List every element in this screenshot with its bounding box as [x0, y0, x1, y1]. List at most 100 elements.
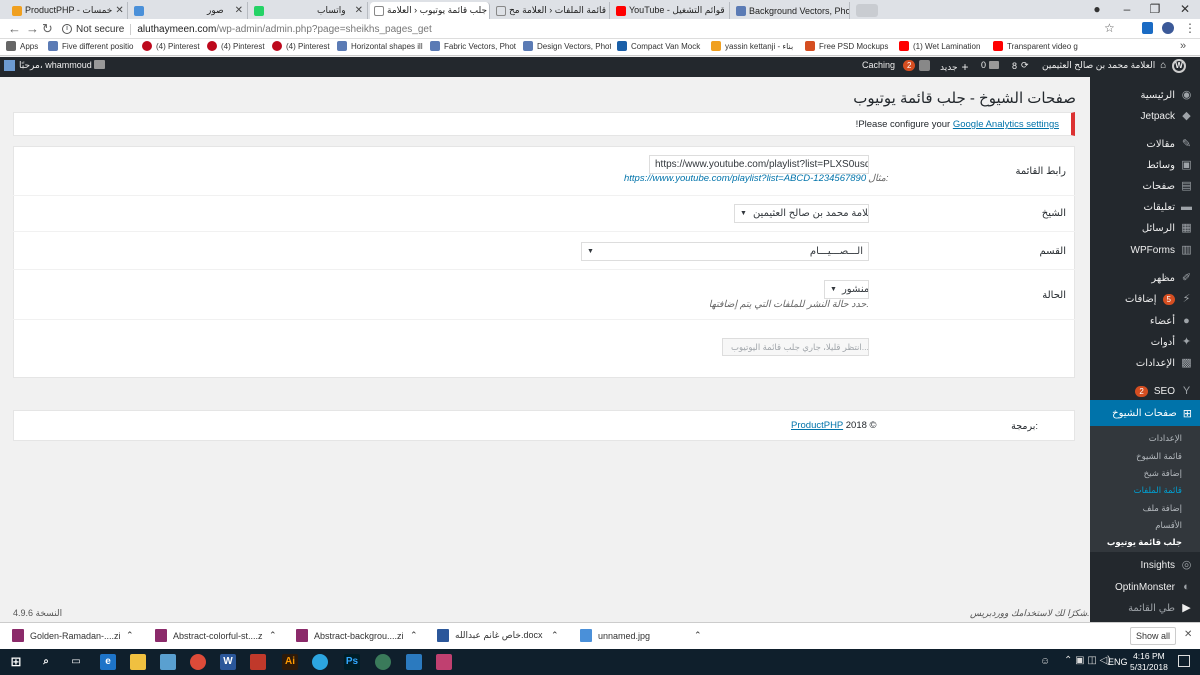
store-icon[interactable] — [160, 654, 176, 670]
fetch-progress-button[interactable]: انتظر قليلا، جاري جلب قائمة اليوتيوب... — [722, 338, 869, 356]
bookmark-item[interactable]: Horizontal shapes ill — [337, 41, 425, 51]
analytics-settings-link[interactable]: Google Analytics settings — [953, 119, 1059, 130]
productphp-link[interactable]: ProductPHP — [791, 420, 843, 431]
close-icon[interactable]: ✕ — [725, 5, 729, 16]
bookmark-item[interactable]: Free PSD Mockups — [805, 41, 893, 51]
app-icon[interactable] — [436, 654, 452, 670]
download-item[interactable]: Abstract-backgrou....zip ⌃ — [296, 629, 418, 642]
new-content-menu[interactable]: جديد + — [940, 60, 969, 74]
bookmark-item[interactable]: (4) Pinterest — [207, 41, 267, 51]
extension-icon[interactable] — [1162, 22, 1174, 34]
bookmark-item[interactable]: Transparent video g — [993, 41, 1081, 51]
menu-settings[interactable]: الإعدادات ▩ — [1136, 358, 1192, 370]
minimize-button[interactable]: – — [1112, 0, 1142, 18]
bookmark-star-icon[interactable]: ☆ — [1104, 21, 1115, 35]
submenu-settings[interactable]: الإعدادات — [1149, 433, 1182, 444]
menu-pages[interactable]: صفحات ▤ — [1143, 181, 1192, 193]
user-account[interactable]: مرحبًا، whammoud — [4, 60, 92, 71]
chevron-up-icon[interactable]: ⌃ — [126, 630, 134, 641]
download-item[interactable]: خاص غانم عبدالله.docx ⌃ — [437, 629, 559, 642]
close-icon[interactable]: ✕ — [1184, 629, 1192, 640]
bookmark-item[interactable]: Design Vectors, Phot — [523, 41, 611, 51]
chevron-up-icon[interactable]: ⌃ — [694, 630, 702, 641]
menu-jetpack[interactable]: Jetpack ◆ — [1141, 111, 1192, 123]
tab-background-vectors[interactable]: Background Vectors, Pho✕ — [732, 2, 850, 19]
app-icon[interactable] — [375, 654, 391, 670]
chrome-icon[interactable] — [190, 654, 206, 670]
download-item[interactable]: unnamed.jpg ⌃ — [580, 629, 702, 642]
status-select[interactable]: ▼ منشور — [824, 280, 869, 299]
language-indicator[interactable]: ENG — [1108, 657, 1128, 667]
download-item[interactable]: Golden-Ramadan-....zip ⌃ — [12, 629, 134, 642]
reload-icon[interactable]: ↻ — [42, 21, 53, 37]
tab-youtube-fetch[interactable]: جلب قائمة يوتيوب ‹ العلامة✕ — [370, 2, 490, 19]
menu-users[interactable]: أعضاء ● — [1150, 316, 1192, 328]
back-arrow-icon[interactable]: ← — [8, 21, 21, 36]
tab-images[interactable]: صور ✕ — [130, 2, 248, 19]
caching-menu[interactable]: Caching — [862, 60, 895, 70]
tab-productphp[interactable]: ProductPHP - خمسات ✕ — [8, 2, 128, 19]
menu-media[interactable]: وسائط ▣ — [1146, 160, 1192, 172]
clock[interactable]: 4:16 PM 5/31/2018 — [1130, 651, 1168, 673]
profile-icon[interactable]: ● — [1082, 0, 1112, 18]
menu-messages[interactable]: الرسائل ▦ — [1142, 223, 1192, 235]
bookmark-item[interactable]: yassin kettanji - بناء — [711, 41, 799, 51]
windows-start-icon[interactable]: ⊞ — [8, 654, 24, 670]
submenu-add-sheikh[interactable]: إضافة شيخ — [1144, 468, 1182, 479]
photoshop-icon[interactable]: Ps — [344, 654, 360, 670]
bookmark-item[interactable]: (1) Wet Lamination — [899, 41, 987, 51]
file-explorer-icon[interactable] — [130, 654, 146, 670]
sheikh-select[interactable]: ▼ العلامة محمد بن صالح العثيمين — [734, 204, 869, 223]
close-icon[interactable]: ✕ — [606, 5, 609, 16]
search-icon[interactable]: ⌕ — [38, 654, 54, 670]
maximize-button[interactable]: ❐ — [1140, 0, 1170, 18]
window-close-button[interactable]: ✕ — [1170, 0, 1200, 18]
submenu-add-file[interactable]: إضافة ملف — [1143, 503, 1182, 514]
bookmark-item[interactable]: Compact Van Mock — [617, 41, 705, 51]
word-icon[interactable]: W — [220, 654, 236, 670]
menu-kebab-icon[interactable]: ⋮ — [1184, 21, 1196, 35]
bookmark-item[interactable]: (4) Pinterest — [272, 41, 332, 51]
submenu-files-list[interactable]: قائمة الملفات — [1134, 485, 1182, 496]
collapse-menu[interactable]: طي القائمة ▶ — [1128, 603, 1192, 615]
comment-bubble-icon[interactable] — [94, 60, 105, 69]
chevron-up-icon[interactable]: ⌃ — [410, 630, 418, 641]
forward-arrow-icon[interactable]: → — [26, 21, 39, 36]
menu-posts[interactable]: مقالات ✎ — [1146, 139, 1192, 151]
people-icon[interactable]: ☺ — [1040, 656, 1050, 667]
submenu-youtube-fetch[interactable]: جلب قائمة يوتيوب — [1107, 537, 1182, 548]
more-bookmarks-icon[interactable]: » — [1180, 40, 1186, 52]
updates-count[interactable]: 8 ⟳ — [1012, 60, 1029, 71]
menu-comments[interactable]: تعليقات ▬ — [1144, 202, 1192, 214]
bookmark-item[interactable]: Five different positio — [48, 41, 136, 51]
notifications-icon[interactable] — [1178, 655, 1190, 667]
shield-extension-icon[interactable] — [1142, 22, 1153, 34]
new-tab-button[interactable] — [856, 4, 878, 17]
download-item[interactable]: Abstract-colorful-st....z... ⌃ — [155, 629, 277, 642]
close-icon[interactable]: ✕ — [487, 5, 489, 16]
acrobat-icon[interactable] — [250, 654, 266, 670]
bookmark-item[interactable]: Fabric Vectors, Phot — [430, 41, 518, 51]
menu-sheikhs-pages[interactable]: صفحات الشيوخ ⊞ — [1084, 400, 1200, 426]
menu-plugins[interactable]: إضافات 5 ⚡ — [1125, 294, 1192, 305]
playlist-url-input[interactable]: https://www.youtube.com/playlist?list=PL… — [649, 155, 869, 174]
bookmark-item[interactable]: (4) Pinterest — [142, 41, 202, 51]
menu-appearance[interactable]: مظهر ✐ — [1151, 273, 1192, 285]
url-field[interactable]: i Not secure aluthaymeen.com /wp-admin/a… — [60, 21, 1118, 37]
wordpress-logo-icon[interactable]: W — [1172, 59, 1186, 73]
wp-thanks-link[interactable]: شكرًا لك لاستخدامك ووردبريس. — [970, 608, 1090, 619]
menu-tools[interactable]: أدوات ✦ — [1151, 337, 1192, 349]
close-icon[interactable]: ✕ — [232, 5, 243, 16]
site-name-link[interactable]: العلامة محمد بن صالح العثيمين ⌂ — [1042, 60, 1166, 71]
menu-insights[interactable]: Insights ◎ — [1141, 560, 1192, 572]
edge-icon[interactable]: e — [100, 654, 116, 670]
tab-whatsapp[interactable]: واتساب ✕ — [250, 2, 368, 19]
tray-icons[interactable]: ⌃ ▣ ◫ ◁) — [1064, 655, 1111, 666]
tab-youtube-playlists[interactable]: YouTube - قوائم التشغيل✕ — [612, 2, 730, 19]
seo-admin-badge[interactable]: 2 — [903, 60, 931, 71]
remote-desktop-icon[interactable] — [406, 654, 422, 670]
submenu-sheikhs-list[interactable]: قائمة الشيوخ — [1136, 451, 1182, 462]
menu-dashboard[interactable]: الرئيسية ◉ — [1141, 90, 1192, 102]
telegram-icon[interactable] — [312, 654, 328, 670]
menu-wpforms[interactable]: WPForms ▥ — [1131, 245, 1192, 257]
